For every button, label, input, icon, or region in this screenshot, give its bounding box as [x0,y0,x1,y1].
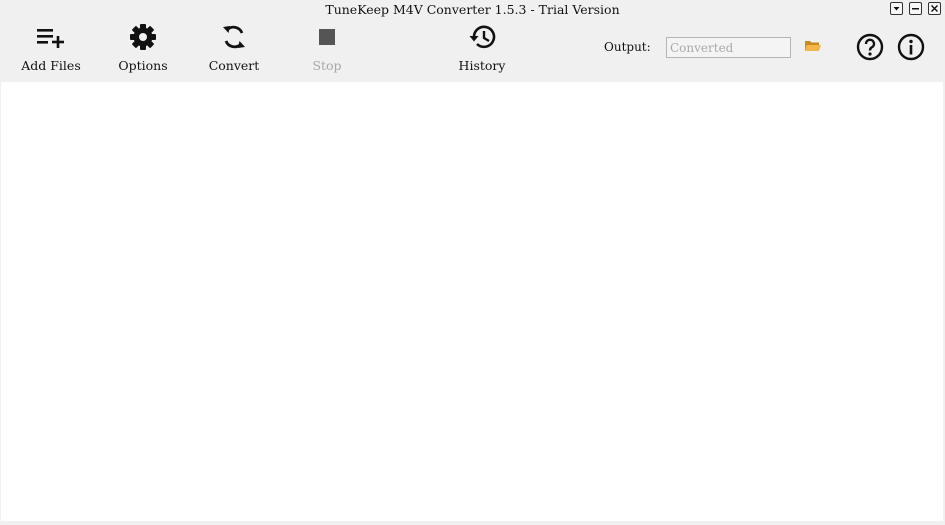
minimize-icon [912,8,919,10]
caret-down-icon [893,7,900,11]
title-bar[interactable]: TuneKeep M4V Converter 1.5.3 - Trial Ver… [0,0,945,20]
close-icon [931,5,938,12]
options-label: Options [118,58,168,73]
about-button[interactable] [897,33,925,61]
toolbar: Add Files Options Convert Stop History O… [0,20,945,82]
add-files-button[interactable]: Add Files [18,20,84,76]
close-button[interactable] [928,2,941,15]
output-path-field[interactable] [666,37,791,58]
history-button[interactable]: History [452,20,512,76]
folder-icon [805,41,821,51]
convert-button[interactable]: Convert [204,20,264,76]
dropdown-menu-button[interactable] [890,2,903,15]
window-title: TuneKeep M4V Converter 1.5.3 - Trial Ver… [325,2,620,17]
info-icon [897,33,925,61]
gear-icon [129,20,157,54]
add-files-label: Add Files [21,58,81,73]
history-icon [467,20,497,54]
stop-button[interactable]: Stop [302,20,352,76]
window-controls [890,2,941,15]
stop-label: Stop [312,58,342,73]
app-window: TuneKeep M4V Converter 1.5.3 - Trial Ver… [0,0,945,525]
history-label: History [458,58,506,73]
minimize-button[interactable] [909,2,922,15]
convert-label: Convert [208,58,260,73]
file-list-area[interactable] [1,82,943,521]
refresh-icon [220,20,248,54]
stop-icon [318,20,336,54]
playlist-add-icon [36,20,66,54]
help-button[interactable] [856,33,884,61]
help-icon [856,33,884,61]
browse-folder-button[interactable] [804,38,822,58]
options-button[interactable]: Options [113,20,173,76]
output-label: Output: [604,40,651,54]
